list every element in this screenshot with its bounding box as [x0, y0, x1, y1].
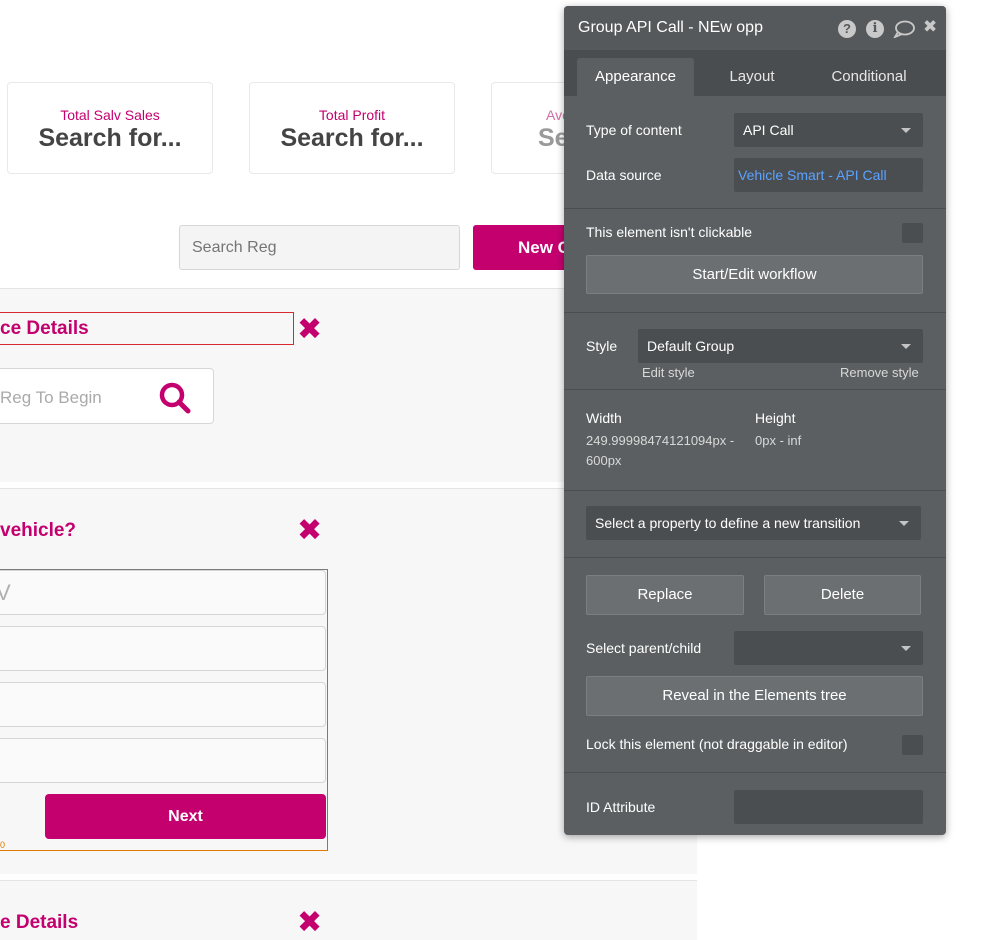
data-source-field[interactable]: Vehicle Smart - API Call [734, 158, 923, 192]
id-attribute-label: ID Attribute [586, 799, 656, 815]
type-of-content-dropdown[interactable]: API Call [734, 113, 923, 147]
width-label: Width [586, 410, 622, 426]
style-label: Style [586, 338, 618, 354]
search-icon[interactable] [157, 380, 193, 416]
replace-button[interactable]: Replace [586, 575, 744, 615]
divider [564, 208, 946, 209]
data-source-label: Data source [586, 167, 662, 183]
stray-label: 0 [0, 840, 6, 850]
parent-child-dropdown[interactable] [734, 631, 923, 665]
id-attribute-input[interactable] [734, 790, 923, 824]
comment-icon[interactable] [893, 20, 915, 38]
tab-appearance[interactable]: Appearance [577, 58, 694, 96]
style-dropdown[interactable]: Default Group [638, 329, 923, 363]
start-edit-workflow-button[interactable]: Start/Edit workflow [586, 255, 923, 294]
tab-conditional[interactable]: Conditional [814, 58, 924, 96]
tab-layout[interactable]: Layout [707, 58, 797, 96]
edit-style-link[interactable]: Edit style [642, 365, 695, 380]
section-title: vehicle? [0, 520, 77, 541]
type-of-content-label: Type of content [586, 122, 682, 138]
stat-value: Search for... [280, 124, 424, 152]
delete-button[interactable]: Delete [764, 575, 921, 615]
transition-placeholder: Select a property to define a new transi… [595, 515, 861, 531]
height-value: 0px - inf [755, 433, 802, 448]
not-clickable-checkbox[interactable] [902, 223, 923, 243]
transition-dropdown[interactable]: Select a property to define a new transi… [586, 506, 921, 540]
info-icon[interactable]: i [866, 20, 884, 38]
remove-style-link[interactable]: Remove style [840, 365, 919, 380]
panel-header[interactable]: Group API Call - NEw opp ? i ✖ [564, 6, 946, 50]
panel-tabs: Appearance Layout Conditional [564, 50, 946, 96]
vehicle-field-2[interactable] [0, 626, 326, 671]
close-x-icon[interactable]: ✖ [297, 315, 322, 345]
width-value-line2: 600px [586, 453, 622, 468]
divider [564, 490, 946, 491]
vehicle-field-3[interactable] [0, 682, 326, 727]
lock-element-label: Lock this element (not draggable in edit… [586, 736, 848, 752]
stat-card-salv-sales: Total Salv Sales Search for... [7, 82, 213, 174]
help-icon[interactable]: ? [838, 20, 856, 38]
chevron-down-icon [901, 646, 911, 651]
close-x-icon[interactable]: ✖ [297, 516, 322, 546]
style-value: Default Group [647, 338, 735, 354]
reveal-in-tree-button[interactable]: Reveal in the Elements tree [586, 676, 923, 716]
section-title: e Details [0, 912, 79, 933]
chevron-down-icon [899, 521, 909, 526]
panel-title: Group API Call - NEw opp [578, 19, 763, 36]
stat-title: Total Profit [318, 107, 386, 123]
chevron-down-icon [901, 344, 911, 349]
type-of-content-value: API Call [743, 122, 794, 138]
search-reg-input[interactable] [179, 225, 460, 270]
chevron-down-icon [901, 128, 911, 133]
divider [564, 312, 946, 313]
stat-card-total-profit: Total Profit Search for... [249, 82, 455, 174]
section-details-2 [0, 880, 697, 940]
close-x-icon[interactable]: ✖ [297, 908, 322, 938]
divider [564, 389, 946, 390]
vehicle-field-4[interactable] [0, 738, 326, 783]
stat-title: Total Salv Sales [60, 107, 160, 123]
property-editor-panel: Group API Call - NEw opp ? i ✖ Appearanc… [564, 6, 946, 835]
parent-child-label: Select parent/child [586, 640, 702, 656]
stat-value: Search for... [38, 124, 182, 152]
not-clickable-label: This element isn't clickable [586, 224, 753, 240]
divider [564, 557, 946, 558]
divider [564, 772, 946, 773]
lock-element-checkbox[interactable] [902, 735, 923, 755]
vehicle-field-1[interactable] [0, 570, 326, 615]
next-button[interactable]: Next [45, 794, 326, 839]
width-value-line1: 249.99998474121094px - [586, 433, 735, 448]
height-label: Height [755, 410, 796, 426]
section-title: ce Details [0, 318, 89, 339]
reg-input-placeholder: Reg To Begin [0, 388, 102, 407]
data-source-value: Vehicle Smart - API Call [738, 167, 887, 183]
close-icon[interactable]: ✖ [923, 17, 937, 37]
field-partial-text: V [0, 580, 11, 605]
